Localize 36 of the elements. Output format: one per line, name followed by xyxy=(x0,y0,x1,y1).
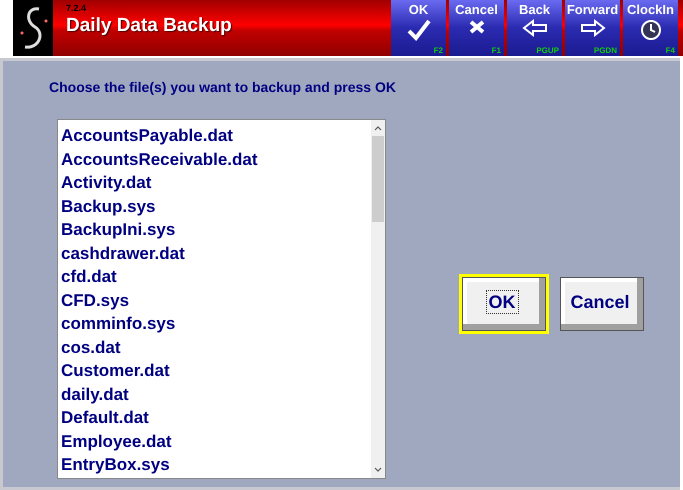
toolbar-button[interactable]: OK F2 xyxy=(391,0,446,56)
toolbar-button[interactable]: Back PGUP xyxy=(507,0,562,56)
scroll-down-icon[interactable] xyxy=(374,467,382,473)
left-arrow-icon xyxy=(522,19,548,37)
file-list-item[interactable]: comminfo.sys xyxy=(61,312,371,336)
logo-icon xyxy=(13,0,53,56)
scroll-up-icon[interactable] xyxy=(374,125,382,131)
scrollbar[interactable] xyxy=(371,120,385,478)
cancel-button[interactable]: Cancel xyxy=(560,277,644,331)
instruction-text: Choose the file(s) you want to backup and press OK xyxy=(49,79,397,95)
file-list-item[interactable]: AccountsReceivable.dat xyxy=(61,148,371,171)
file-list-item[interactable]: cashdrawer.dat xyxy=(61,242,371,265)
file-list-item[interactable]: daily.dat xyxy=(61,382,371,406)
file-list-item[interactable]: Activity.dat xyxy=(61,171,371,194)
window-title: Daily Data Backup xyxy=(66,15,233,37)
file-list-item[interactable]: BackupIni.sys xyxy=(61,218,371,242)
ok-button[interactable]: OK xyxy=(462,277,546,331)
checkmark-icon xyxy=(406,19,430,41)
toolbar-button[interactable]: ClockIn F4 xyxy=(623,0,678,56)
right-arrow-icon xyxy=(580,19,606,37)
file-list-item[interactable]: Employee.dat xyxy=(61,430,371,453)
version-label: 7.2.4 xyxy=(66,3,88,13)
file-list-item[interactable]: EntryBox.sys xyxy=(61,453,371,476)
file-list-item[interactable]: Customer.dat xyxy=(61,359,371,382)
file-list-item[interactable]: CFD.sys xyxy=(61,288,371,312)
cross-icon xyxy=(468,19,486,35)
file-list-item[interactable]: Backup.sys xyxy=(61,194,371,218)
file-list-item[interactable]: Default.dat xyxy=(61,406,371,430)
file-list[interactable]: AccountsPayable.dat AccountsReceivable.dat Activity.dat Backup.sys BackupIni.sys cashdrawer.dat cfd.dat CFD.sys comminfo.sys cos.dat Customer.dat daily.dat Default.dat Employee.dat EntryBox.sys xyxy=(57,119,386,479)
clock-icon xyxy=(640,19,662,41)
toolbar-button[interactable]: Forward PGDN xyxy=(565,0,620,56)
file-list-item[interactable]: cos.dat xyxy=(61,336,371,359)
toolbar-button[interactable]: Cancel F1 xyxy=(449,0,504,56)
file-list-item[interactable]: AccountsPayable.dat xyxy=(61,124,371,148)
scroll-thumb[interactable] xyxy=(372,136,384,222)
file-list-item[interactable]: cfd.dat xyxy=(61,265,371,288)
